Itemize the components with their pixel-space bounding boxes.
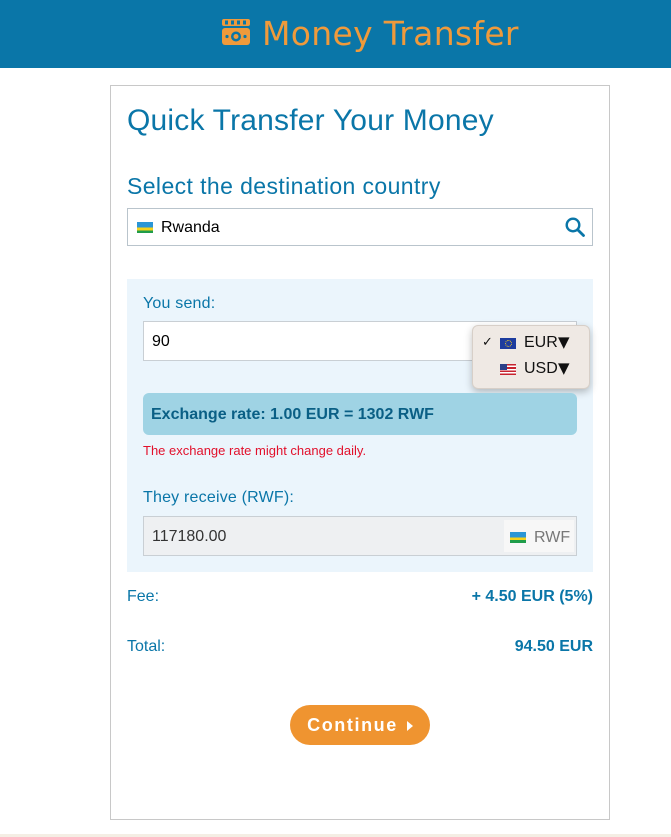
currency-code: USD (524, 360, 558, 377)
receive-amount-field: 117180.00 RWF (143, 516, 577, 556)
rate-warning: The exchange rate might change daily. (143, 443, 367, 458)
fee-value: + 4.50 EUR (5%) (471, 588, 593, 605)
currency-dropdown-menu[interactable]: ✓ EUR ▼ USD ▼ (472, 325, 590, 389)
country-value: Rwanda (161, 219, 220, 236)
rwanda-flag-icon (137, 222, 153, 233)
chevron-down-icon: ▼ (558, 333, 570, 351)
country-search-field[interactable]: Rwanda (127, 208, 593, 246)
receive-currency: RWF (504, 520, 574, 552)
checkmark-icon: ✓ (482, 335, 493, 350)
receive-label: They receive (RWF): (143, 489, 295, 506)
us-flag-icon (500, 364, 516, 375)
rwanda-flag-icon (510, 532, 526, 543)
top-bar: Money Transfer (0, 0, 671, 68)
money-icon (220, 16, 252, 53)
chevron-down-icon: ▼ (558, 359, 570, 377)
currency-option-usd[interactable]: USD ▼ (473, 357, 589, 381)
total-label: Total: (127, 638, 166, 655)
receive-amount-value: 117180.00 (152, 528, 227, 545)
brand[interactable]: Money Transfer (220, 14, 519, 54)
app-title: Money Transfer (262, 14, 519, 53)
exchange-rate-text: Exchange rate: 1.00 EUR = 1302 RWF (151, 406, 434, 423)
caret-right-icon (406, 720, 413, 731)
eu-flag-icon (500, 338, 516, 349)
continue-button[interactable]: Continue (290, 705, 430, 745)
destination-label: Select the destination country (127, 173, 441, 199)
exchange-rate-box: Exchange rate: 1.00 EUR = 1302 RWF (143, 393, 577, 435)
send-label: You send: (143, 295, 216, 312)
page-title: Quick Transfer Your Money (127, 104, 494, 137)
transfer-card: Quick Transfer Your Money Select the des… (110, 85, 610, 820)
continue-label: Continue (307, 714, 398, 735)
send-amount-value: 90 (152, 333, 170, 350)
total-value: 94.50 EUR (514, 638, 593, 655)
currency-option-eur[interactable]: ✓ EUR ▼ (473, 331, 589, 355)
fee-label: Fee: (127, 588, 160, 605)
receive-currency-code: RWF (534, 529, 571, 546)
amount-panel: You send: 90 ✓ EUR ▼ USD ▼ Exchange rate… (127, 279, 593, 572)
currency-code: EUR (524, 334, 558, 351)
search-icon[interactable] (564, 216, 586, 238)
